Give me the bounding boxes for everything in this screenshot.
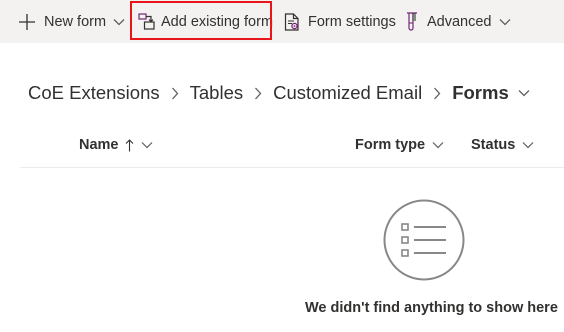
empty-list-icon [383,199,465,281]
command-bar: New form Add existing form Form settings… [0,0,564,43]
new-form-label: New form [44,13,107,30]
form-settings-label: Form settings [308,13,396,30]
advanced-label: Advanced [427,13,492,30]
flask-icon [405,12,419,31]
advanced-button[interactable]: Advanced [405,0,511,43]
chevron-down-icon [522,141,534,149]
plus-icon [18,13,36,31]
empty-state-message: We didn't find anything to show here [305,300,558,316]
form-settings-icon [284,12,300,31]
breadcrumb: CoE Extensions Tables Customized Email F… [28,80,530,106]
breadcrumb-item-customized-email[interactable]: Customized Email [273,82,422,104]
column-header-form-type[interactable]: Form type [355,134,444,156]
chevron-down-icon [141,141,153,149]
header-divider [20,167,564,168]
add-existing-form-label: Add existing form [161,13,274,30]
chevron-down-icon [113,18,125,26]
add-existing-form-button[interactable]: Add existing form [138,0,273,43]
column-header-form-type-label: Form type [355,137,426,153]
column-header-status-label: Status [471,137,516,153]
chevron-right-icon [254,87,262,100]
new-form-button[interactable]: New form [18,0,125,43]
form-settings-button[interactable]: Form settings [284,0,396,43]
chevron-down-icon[interactable] [518,89,530,97]
chevron-right-icon [171,87,179,100]
breadcrumb-current-forms[interactable]: Forms [452,82,509,104]
column-header-name-label: Name [79,137,119,153]
sort-ascending-icon [125,138,134,152]
breadcrumb-item-coe-extensions[interactable]: CoE Extensions [28,82,160,104]
add-existing-icon [138,13,155,30]
column-header-status[interactable]: Status [471,134,534,156]
column-header-name[interactable]: Name [79,134,153,156]
breadcrumb-item-tables[interactable]: Tables [190,82,243,104]
chevron-down-icon [499,18,511,26]
chevron-right-icon [433,87,441,100]
chevron-down-icon [432,141,444,149]
